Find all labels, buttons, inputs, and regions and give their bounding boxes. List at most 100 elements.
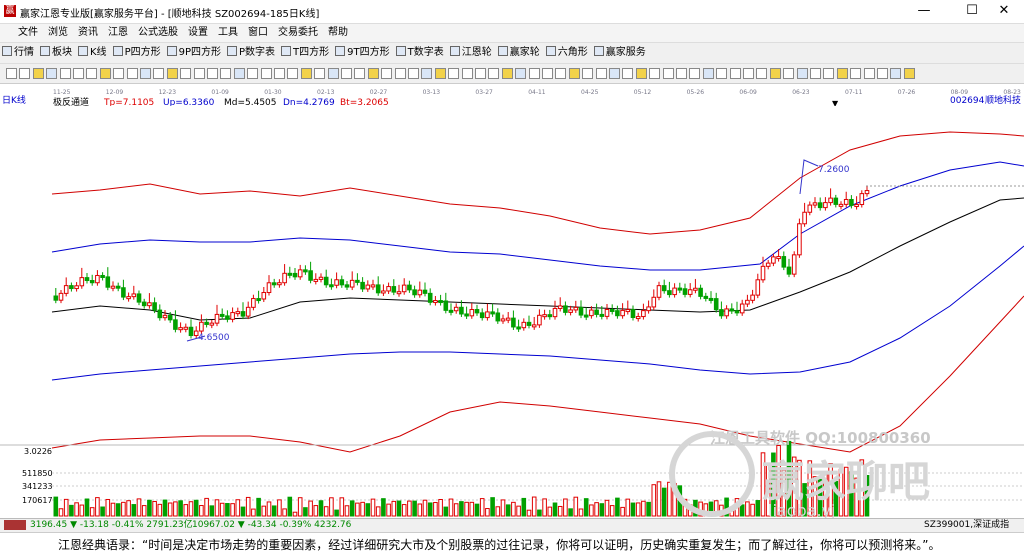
tool-icon-15[interactable]: [207, 68, 218, 79]
tool-icon-23[interactable]: [314, 68, 326, 79]
menu-item-6[interactable]: 工具: [213, 24, 243, 42]
kline-chart[interactable]: 7.2600 4.6500 3.0226 511850 341233 170617 江恩工具…: [0, 106, 1024, 520]
tool-icon-48[interactable]: [649, 68, 661, 79]
tool-icon-2[interactable]: [32, 68, 44, 79]
tool-icon-25[interactable]: [341, 68, 352, 79]
tool-icon-14[interactable]: [193, 68, 205, 79]
toolbar-button-2[interactable]: K线: [76, 43, 111, 63]
tool-icon-1[interactable]: [19, 68, 31, 79]
tool-icon-51[interactable]: [689, 68, 701, 79]
tool-icon-44[interactable]: [595, 68, 607, 79]
tool-icon-64[interactable]: [863, 68, 875, 79]
tool-icon-37[interactable]: [501, 68, 513, 79]
tool-icon-59[interactable]: [796, 68, 808, 79]
tool-icon-46[interactable]: [622, 68, 634, 79]
tool-icon-22[interactable]: [300, 68, 312, 79]
tool-icon-67[interactable]: [903, 68, 915, 79]
tool-icon-36[interactable]: [488, 68, 500, 79]
tool-icon-32[interactable]: [434, 68, 446, 79]
volume-bar: [95, 497, 100, 517]
volume-bar: [635, 502, 641, 517]
volume-bar: [396, 500, 402, 517]
tool-icon-53[interactable]: [716, 68, 728, 79]
tool-icon-3[interactable]: [46, 68, 58, 79]
tool-icon-31[interactable]: [421, 68, 433, 79]
tool-icon-39[interactable]: [528, 68, 540, 79]
tool-icon-24[interactable]: [327, 68, 339, 79]
menu-item-4[interactable]: 公式选股: [133, 24, 183, 42]
tool-icon-33[interactable]: [448, 68, 460, 79]
tool-icon-13[interactable]: [180, 68, 192, 79]
close-button[interactable]: ✕: [984, 0, 1024, 24]
tool-icon-30[interactable]: [408, 68, 419, 79]
toolbar-button-3[interactable]: P四方形: [111, 43, 165, 63]
toolbar-button-9[interactable]: 江恩轮: [448, 43, 496, 63]
tool-icon-61[interactable]: [823, 68, 835, 79]
tool-icon-4[interactable]: [59, 68, 71, 79]
tool-icon-20[interactable]: [274, 68, 285, 79]
menu-item-7[interactable]: 窗口: [243, 24, 273, 42]
tool-icon-43[interactable]: [582, 68, 594, 79]
tool-icon-41[interactable]: [555, 68, 567, 79]
tool-icon-0[interactable]: [6, 68, 17, 79]
tool-icon-49[interactable]: [662, 68, 674, 79]
tool-icon-17[interactable]: [233, 68, 245, 79]
tool-icon-9[interactable]: [126, 68, 138, 79]
tool-icon-42[interactable]: [568, 68, 580, 79]
tool-icon-6[interactable]: [86, 68, 98, 79]
toolbar-button-8[interactable]: T数字表: [394, 43, 448, 63]
tool-icon-38[interactable]: [515, 68, 527, 79]
tool-icon-18[interactable]: [247, 68, 259, 79]
tool-icon-63[interactable]: [850, 68, 862, 79]
minimize-button[interactable]: —: [904, 0, 944, 24]
toolbar-button-7[interactable]: 9T四方形: [333, 43, 393, 63]
toolbar-button-4[interactable]: 9P四方形: [165, 43, 225, 63]
tool-icon-58[interactable]: [783, 68, 795, 79]
tool-icon-16[interactable]: [220, 68, 232, 79]
menu-item-0[interactable]: 文件: [0, 24, 43, 42]
toolbar-button-10[interactable]: 赢家轮: [496, 43, 544, 63]
tool-icon-45[interactable]: [609, 68, 620, 79]
toolbar-button-11[interactable]: 六角形: [544, 43, 592, 63]
tool-icon-19[interactable]: [260, 68, 272, 79]
tool-icon-56[interactable]: [756, 68, 768, 79]
tool-icon-12[interactable]: [166, 68, 178, 79]
tool-icon-26[interactable]: [354, 68, 366, 79]
tool-icon-27[interactable]: [367, 68, 379, 79]
tool-icon-34[interactable]: [461, 68, 473, 79]
tool-icon-62[interactable]: [836, 68, 848, 79]
tool-icon-60[interactable]: [810, 68, 821, 79]
tool-icon-11[interactable]: [153, 68, 165, 79]
tool-icon-28[interactable]: [381, 68, 393, 79]
tool-icon-21[interactable]: [287, 68, 299, 79]
tool-icon-54[interactable]: [729, 68, 741, 79]
toolbar-button-0[interactable]: 行情: [0, 43, 38, 63]
menu-item-2[interactable]: 资讯: [73, 24, 103, 42]
tool-icon-7[interactable]: [99, 68, 111, 79]
menu-item-3[interactable]: 江恩: [103, 24, 133, 42]
toolbar-button-12[interactable]: 赢家服务: [592, 43, 650, 63]
tool-icon-65[interactable]: [877, 68, 888, 79]
candle-body: [589, 309, 594, 317]
tool-icon-47[interactable]: [635, 68, 647, 79]
tool-icon-57[interactable]: [769, 68, 781, 79]
tool-icon-5[interactable]: [73, 68, 84, 79]
tool-icon-29[interactable]: [394, 68, 406, 79]
menu-item-1[interactable]: 浏览: [43, 24, 73, 42]
tool-icon-50[interactable]: [676, 68, 687, 79]
tool-icon-10[interactable]: [140, 68, 151, 79]
volume-bar: [370, 498, 376, 517]
toolbar-button-5[interactable]: P数字表: [225, 43, 279, 63]
tool-icon-8[interactable]: [113, 68, 125, 79]
tool-icon-55[interactable]: [743, 68, 754, 79]
candle-body: [178, 327, 183, 331]
toolbar-button-6[interactable]: T四方形: [279, 43, 333, 63]
tool-icon-35[interactable]: [475, 68, 486, 79]
menu-item-8[interactable]: 交易委托: [273, 24, 323, 42]
menu-item-9[interactable]: 帮助: [323, 24, 353, 42]
menu-item-5[interactable]: 设置: [183, 24, 213, 42]
tool-icon-66[interactable]: [890, 68, 902, 79]
tool-icon-52[interactable]: [702, 68, 714, 79]
tool-icon-40[interactable]: [542, 68, 553, 79]
toolbar-button-1[interactable]: 板块: [38, 43, 76, 63]
